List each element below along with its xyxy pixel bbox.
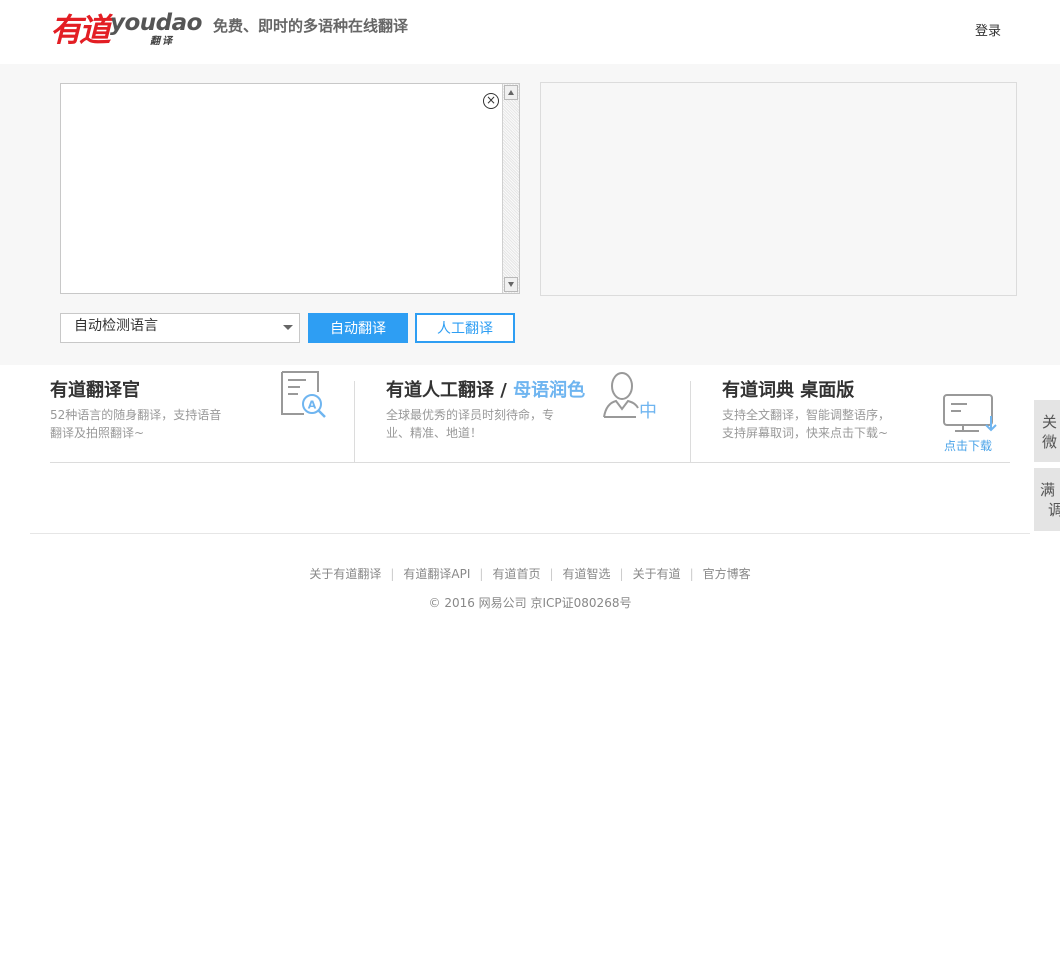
description-line: 支持全文翻译，智能调整语序， xyxy=(722,408,891,422)
description-line: 翻译及拍照翻译~ xyxy=(50,426,145,440)
footer-separator: | xyxy=(479,567,484,581)
side-tab-text: 满 xyxy=(1040,481,1056,499)
footer-link-home[interactable]: 有道首页 xyxy=(492,567,540,581)
language-select-value: 自动检测语言 xyxy=(74,318,158,334)
logo-english-block: youdao 翻译 xyxy=(110,8,202,48)
side-tab-text: 微 xyxy=(1042,433,1058,451)
document-search-icon: A xyxy=(281,371,326,418)
product-title-prefix: 有道人工翻译 / xyxy=(386,380,514,401)
card-divider xyxy=(690,381,691,462)
header: 有道 youdao 翻译 免费、即时的多语种在线翻译 登录 xyxy=(0,0,1060,64)
human-translate-button[interactable]: 人工翻译 xyxy=(415,313,515,343)
side-tab-survey[interactable]: 满 调 xyxy=(1034,468,1060,531)
description-line: 全球最优秀的译员时刻待命，专 xyxy=(386,408,555,422)
scroll-down-button[interactable] xyxy=(504,277,518,292)
source-text-input[interactable] xyxy=(61,84,502,293)
youdao-logo[interactable]: 有道 youdao 翻译 xyxy=(50,8,202,49)
description-line: 业、精准、地道！ xyxy=(386,426,483,440)
footer-divider xyxy=(30,533,1030,534)
auto-translate-button[interactable]: 自动翻译 xyxy=(308,313,408,343)
footer-link-api[interactable]: 有道翻译API xyxy=(403,567,470,581)
description-line: 52种语言的随身翻译，支持语音 xyxy=(50,408,222,422)
chevron-down-icon xyxy=(283,325,293,330)
input-scrollbar[interactable] xyxy=(502,84,519,293)
svg-text:A: A xyxy=(308,399,317,412)
product-title: 有道词典 桌面版 xyxy=(722,380,855,401)
footer-link-about-translate[interactable]: 关于有道翻译 xyxy=(309,567,381,581)
footer-link-blog[interactable]: 官方博客 xyxy=(703,567,751,581)
product-description: 支持全文翻译，智能调整语序， 支持屏幕取词，快来点击下载~ xyxy=(722,406,907,442)
cards-bottom-divider xyxy=(50,462,1010,463)
scroll-up-button[interactable] xyxy=(504,85,518,100)
close-circle-icon[interactable]: × xyxy=(483,93,499,109)
source-input-box: × xyxy=(60,83,520,294)
language-select[interactable]: 自动检测语言 xyxy=(60,313,300,343)
footer-separator: | xyxy=(619,567,624,581)
footer-separator: | xyxy=(390,567,395,581)
footer-separator: | xyxy=(689,567,694,581)
icon-glyph: 中 xyxy=(639,401,657,421)
footer-link-about-youdao[interactable]: 关于有道 xyxy=(633,567,681,581)
product-title: 有道翻译官 xyxy=(50,380,140,401)
login-link[interactable]: 登录 xyxy=(975,20,1001,39)
person-chinese-icon: 中 xyxy=(603,372,657,421)
logo-chinese: 有道 xyxy=(50,11,111,49)
logo-subtitle: 翻译 xyxy=(150,36,175,47)
description-line: 支持屏幕取词，快来点击下载~ xyxy=(722,426,889,440)
product-title: 有道人工翻译 / 母语润色 xyxy=(386,376,585,402)
download-link[interactable]: 点击下载 xyxy=(944,437,992,454)
product-description: 52种语言的随身翻译，支持语音 翻译及拍照翻译~ xyxy=(50,406,240,442)
translation-output-box xyxy=(540,82,1017,296)
slogan: 免费、即时的多语种在线翻译 xyxy=(213,17,409,35)
monitor-download-icon xyxy=(943,394,997,432)
side-tab-follow[interactable]: 关 微 xyxy=(1034,400,1060,462)
product-title-highlight: 母语润色 xyxy=(513,380,586,401)
footer-separator: | xyxy=(549,567,554,581)
copyright: © 2016 网易公司 京ICP证080268号 xyxy=(428,596,632,610)
product-description: 全球最优秀的译员时刻待命，专 业、精准、地道！ xyxy=(386,406,561,442)
side-tab-text: 调 xyxy=(1048,501,1060,519)
side-tab-text: 关 xyxy=(1042,413,1058,431)
card-divider xyxy=(354,381,355,462)
footer-links: 关于有道翻译 | 有道翻译API | 有道首页 | 有道智选 | 关于有道 | 官方博客 xyxy=(0,565,1060,582)
footer-link-zhixuan[interactable]: 有道智选 xyxy=(563,567,611,581)
